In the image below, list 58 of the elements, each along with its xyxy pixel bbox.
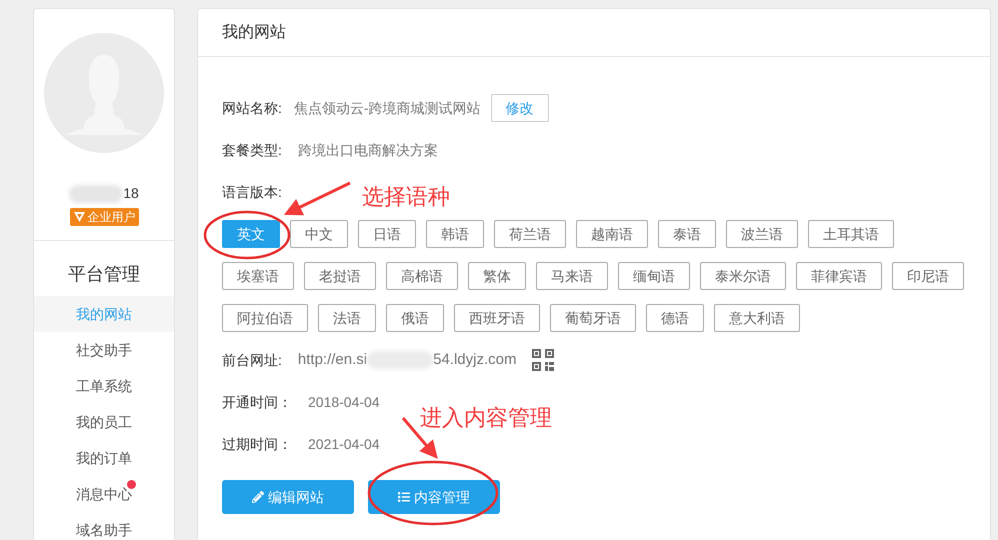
qr-code-icon	[532, 349, 554, 371]
sidebar-item[interactable]: 域名助手	[34, 512, 174, 540]
language-tab[interactable]: 葡萄牙语	[550, 304, 636, 332]
field-label: 套餐类型:	[222, 140, 282, 160]
diamond-icon	[72, 211, 86, 223]
list-icon	[398, 491, 410, 503]
content-manage-button[interactable]: 内容管理	[368, 480, 500, 514]
language-tab[interactable]: 俄语	[386, 304, 444, 332]
field-label: 前台网址:	[222, 350, 282, 370]
language-tab[interactable]: 西班牙语	[454, 304, 540, 332]
panel-title: 我的网站	[222, 22, 286, 42]
pencil-icon	[252, 491, 264, 503]
sidebar-item[interactable]: 工单系统	[34, 368, 174, 404]
language-tab[interactable]: 阿拉伯语	[222, 304, 308, 332]
field-label: 网站名称:	[222, 98, 282, 118]
language-tab[interactable]: 英文	[222, 220, 280, 248]
sidebar-item[interactable]: 消息中心	[34, 476, 174, 512]
username: 18	[123, 184, 139, 203]
sidebar-item[interactable]: 社交助手	[34, 332, 174, 368]
language-tab[interactable]: 埃塞语	[222, 262, 294, 290]
language-tab[interactable]: 韩语	[426, 220, 484, 248]
language-tab[interactable]: 波兰语	[726, 220, 798, 248]
field-label: 过期时间：	[222, 434, 292, 454]
sidebar-title: 平台管理	[68, 263, 140, 286]
sidebar-item[interactable]: 我的员工	[34, 404, 174, 440]
language-tab[interactable]: 繁体	[468, 262, 526, 290]
sidebar-item[interactable]: 我的订单	[34, 440, 174, 476]
site-name: 焦点领动云-跨境商城测试网站	[294, 98, 481, 118]
language-tab[interactable]: 荷兰语	[494, 220, 566, 248]
language-tab[interactable]: 高棉语	[386, 262, 458, 290]
language-tab[interactable]: 菲律宾语	[796, 262, 882, 290]
field-label: 语言版本:	[222, 182, 282, 202]
edit-name-button[interactable]: 修改	[490, 94, 549, 122]
enterprise-badge: 企业用户	[70, 208, 138, 226]
annotation-text: 进入内容管理	[420, 404, 552, 432]
opened-date: 2018-04-04	[308, 392, 380, 412]
annotation-arrow	[284, 182, 351, 216]
blurred-username	[69, 184, 124, 202]
language-tab[interactable]: 老挝语	[304, 262, 376, 290]
annotation-text: 选择语种	[362, 183, 450, 211]
url-start: http://en.si	[298, 350, 368, 370]
language-tab[interactable]: 越南语	[576, 220, 648, 248]
package-type: 跨境出口电商解决方案	[298, 140, 438, 160]
language-tab[interactable]: 马来语	[536, 262, 608, 290]
language-tab[interactable]: 法语	[318, 304, 376, 332]
language-tab[interactable]: 日语	[358, 220, 416, 248]
field-label: 开通时间：	[222, 392, 292, 412]
language-tab[interactable]: 土耳其语	[808, 220, 894, 248]
language-tab[interactable]: 印尼语	[892, 262, 964, 290]
url-end: 54.ldyjz.com	[433, 350, 516, 370]
language-tab[interactable]: 德语	[646, 304, 704, 332]
language-tab[interactable]: 中文	[290, 220, 348, 248]
language-tab[interactable]: 缅甸语	[618, 262, 690, 290]
expiry-date: 2021-04-04	[308, 434, 380, 454]
language-tab[interactable]: 泰语	[658, 220, 716, 248]
edit-site-button[interactable]: 编辑网站	[222, 480, 354, 514]
language-tab[interactable]: 意大利语	[714, 304, 800, 332]
language-tab[interactable]: 泰米尔语	[700, 262, 786, 290]
